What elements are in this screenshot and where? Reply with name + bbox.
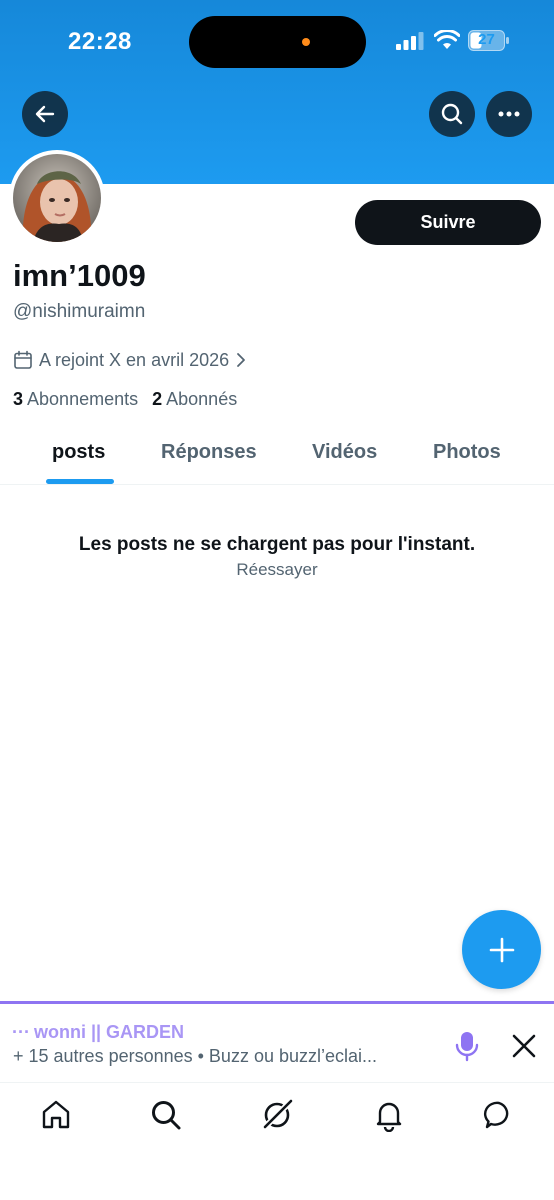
user-handle: @nishimuraimn — [13, 301, 146, 322]
search-icon[interactable] — [149, 1098, 183, 1132]
cellular-signal-icon — [396, 32, 424, 50]
retry-link[interactable]: Réessayer — [236, 560, 317, 579]
feed-error-message: Les posts ne se chargent pas pour l'inst… — [78, 534, 476, 555]
compose-button[interactable] — [462, 910, 541, 989]
plus-icon — [489, 937, 514, 962]
arrow-left-icon — [35, 105, 55, 123]
followers-label: Abonnés — [166, 389, 238, 409]
status-bar: 22:28 27 — [0, 0, 554, 80]
close-icon[interactable] — [510, 1032, 538, 1060]
display-name: imn’1009 — [13, 258, 146, 293]
active-tab-indicator — [46, 479, 114, 484]
more-horizontal-icon — [498, 111, 520, 117]
profile-tabs: posts Réponses Vidéos Photos — [0, 425, 554, 485]
space-title: ··· wonni || GARDEN — [12, 1022, 184, 1043]
tab-photos[interactable]: Photos — [433, 441, 501, 464]
tab-replies[interactable]: Réponses — [161, 441, 257, 464]
grok-icon[interactable] — [260, 1098, 294, 1132]
following-label: Abonnements — [27, 389, 139, 409]
join-date[interactable]: A rejoint X en avril 2026 — [13, 347, 247, 373]
following-count: 3 — [13, 389, 24, 409]
calendar-icon — [14, 350, 32, 369]
back-button[interactable] — [22, 91, 68, 137]
more-options-button[interactable] — [486, 91, 532, 137]
follow-button[interactable]: Suivre — [355, 200, 541, 245]
live-space-bar[interactable]: ··· wonni || GARDEN + 15 autres personnes… — [0, 1001, 554, 1083]
battery-icon: 27 — [468, 30, 510, 51]
following-link[interactable]: 3 Abonnements — [13, 389, 138, 410]
follow-stats: 3 Abonnements 2 Abonnés — [13, 389, 237, 410]
space-subtitle: + 15 autres personnes • Buzz ou buzzl’ec… — [13, 1046, 378, 1066]
avatar[interactable] — [9, 150, 105, 246]
followers-count: 2 — [152, 389, 163, 409]
privacy-indicator-dot — [302, 38, 310, 46]
live-dots-icon: ··· — [12, 1022, 30, 1042]
dynamic-island — [189, 16, 366, 68]
bell-icon[interactable] — [372, 1098, 406, 1132]
tab-posts[interactable]: posts — [52, 441, 105, 464]
home-icon[interactable] — [39, 1098, 73, 1132]
battery-level: 27 — [478, 31, 495, 48]
status-time: 22:28 — [68, 28, 132, 55]
bottom-navigation — [0, 1084, 554, 1200]
wifi-icon — [434, 30, 460, 49]
followers-link[interactable]: 2 Abonnés — [152, 389, 237, 410]
search-icon — [441, 103, 463, 125]
space-title-text: wonni || GARDEN — [33, 1022, 185, 1042]
chevron-right-icon — [237, 353, 246, 367]
message-icon[interactable] — [482, 1098, 516, 1132]
tab-videos[interactable]: Vidéos — [312, 441, 377, 464]
join-date-text: A rejoint X en avril 2026 — [39, 349, 230, 370]
search-button[interactable] — [429, 91, 475, 137]
microphone-icon[interactable] — [451, 1030, 483, 1062]
